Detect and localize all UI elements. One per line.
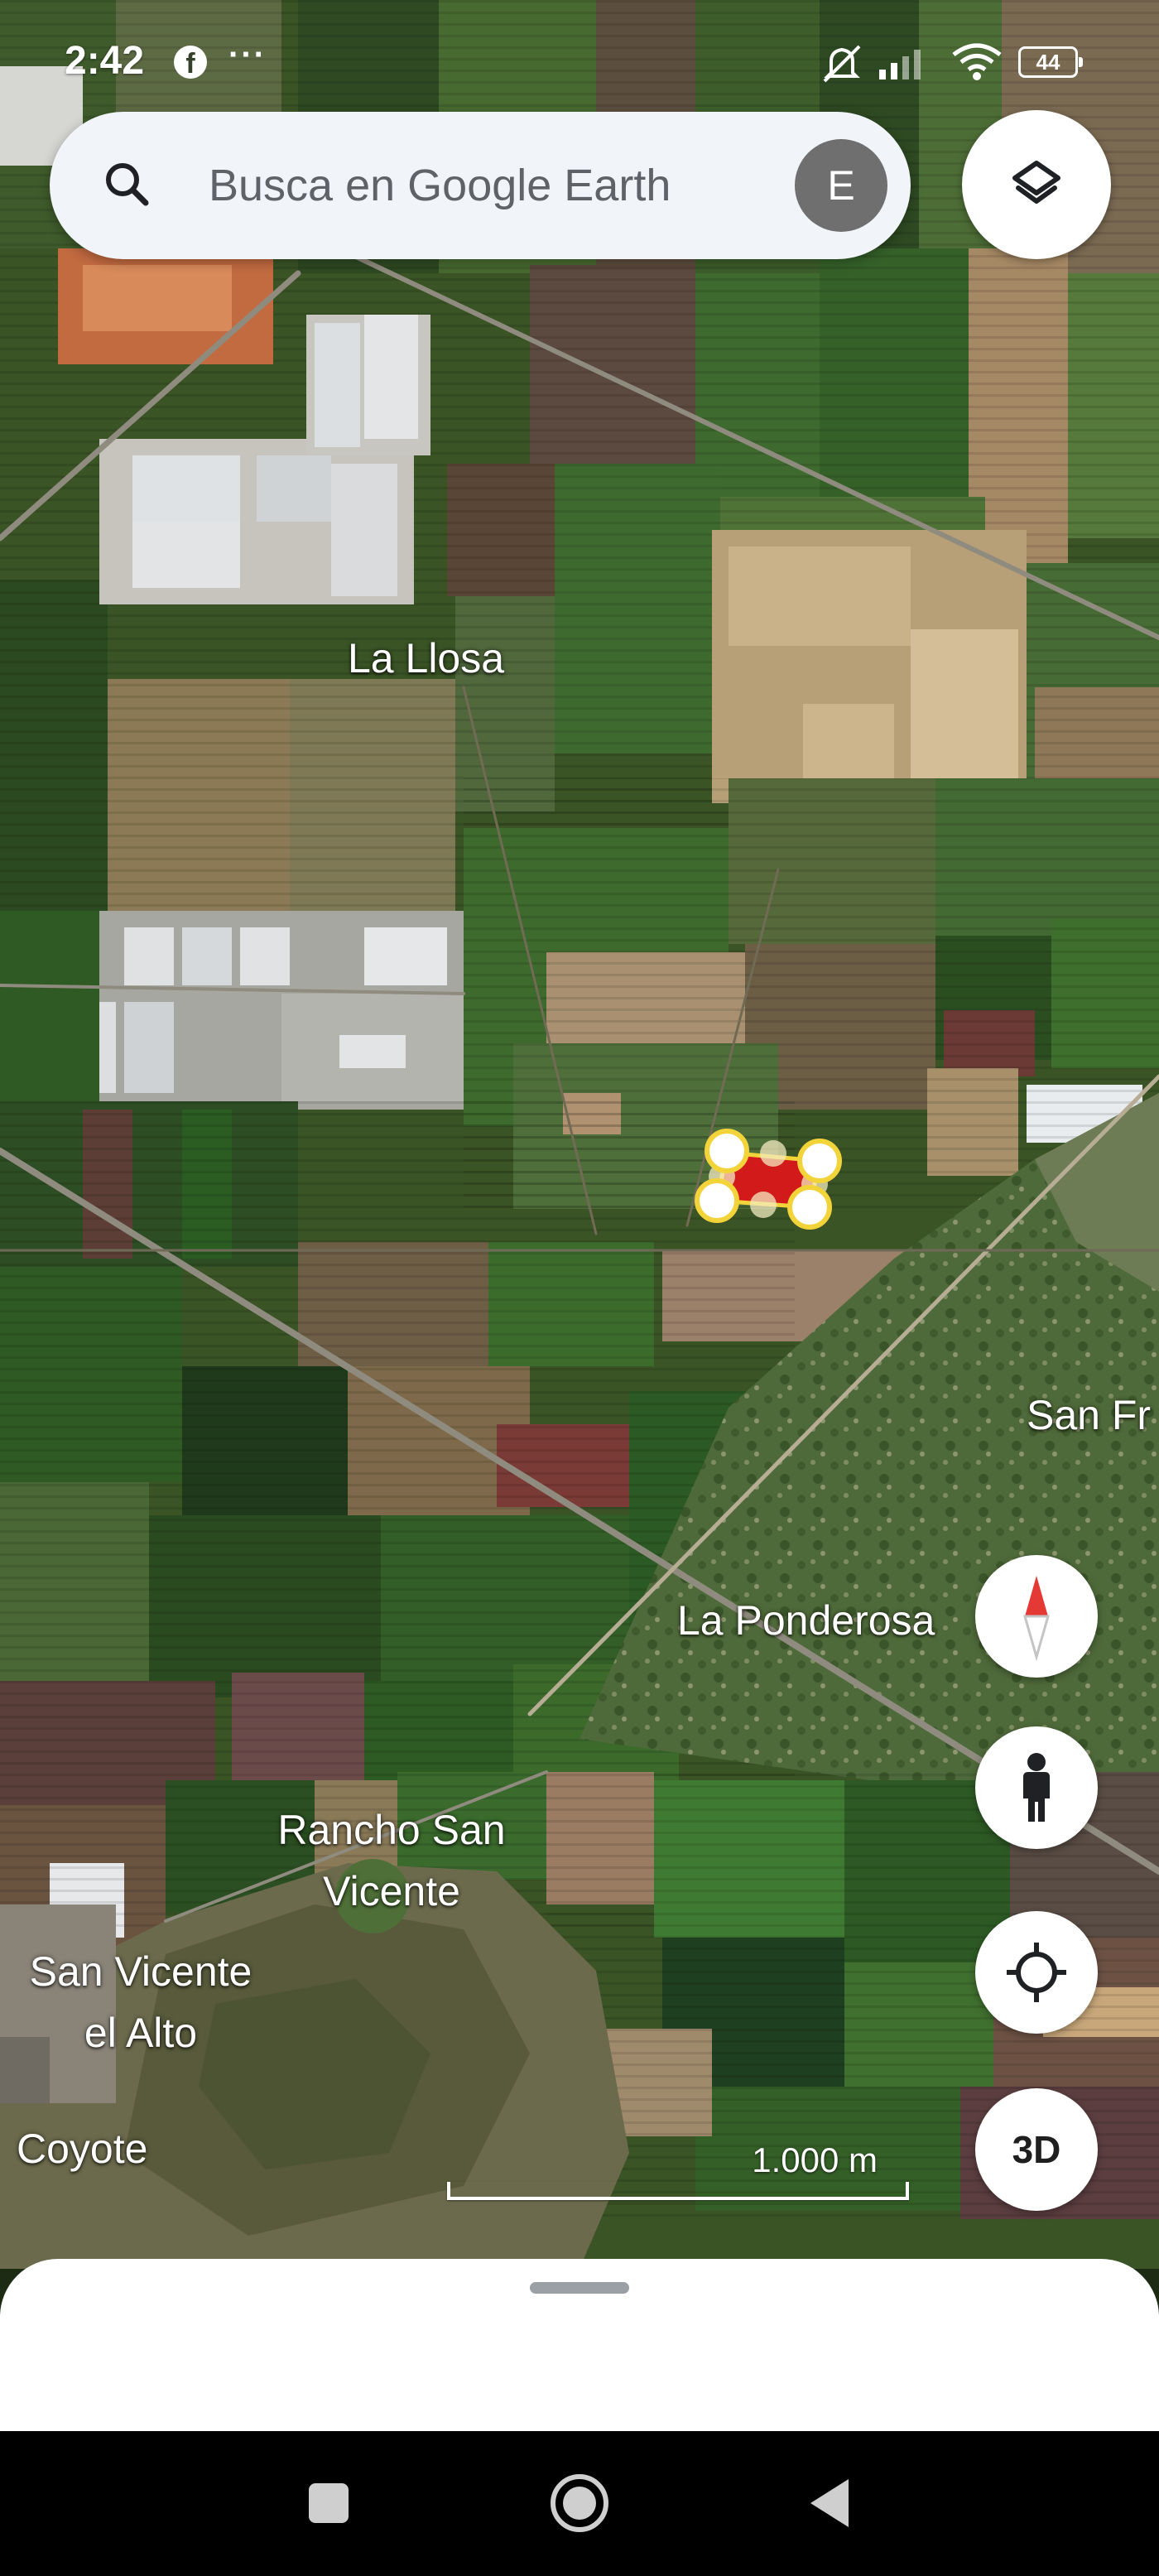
place-label-la-llosa[interactable]: La Llosa bbox=[348, 628, 504, 689]
scale-bar: 1.000 m bbox=[447, 2140, 911, 2207]
place-label-coyote[interactable]: Coyote bbox=[17, 2118, 147, 2179]
search-icon[interactable] bbox=[98, 155, 157, 214]
home-button[interactable] bbox=[542, 2466, 617, 2540]
pegman-icon bbox=[1023, 1753, 1050, 1822]
mute-icon bbox=[823, 45, 861, 83]
layers-icon bbox=[1012, 161, 1060, 204]
compass-icon bbox=[1023, 1576, 1050, 1662]
compass-button[interactable] bbox=[975, 1555, 1098, 1678]
place-label-line: Rancho San bbox=[277, 1807, 506, 1853]
view-3d-button[interactable]: 3D bbox=[975, 2088, 1098, 2211]
search-input[interactable] bbox=[207, 152, 806, 219]
satellite-imagery bbox=[0, 0, 1159, 2269]
bottom-sheet[interactable] bbox=[0, 2259, 1159, 2431]
more-notifications-indicator: ··· bbox=[228, 36, 267, 73]
back-button[interactable] bbox=[793, 2466, 868, 2540]
sheet-drag-handle[interactable] bbox=[530, 2282, 629, 2294]
place-label-line: el Alto bbox=[84, 2010, 198, 2056]
wifi-icon bbox=[952, 43, 1002, 80]
layers-button[interactable] bbox=[962, 110, 1111, 259]
place-label-san-vicente-el-alto[interactable]: San Vicente el Alto bbox=[8, 1941, 273, 2063]
home-icon bbox=[551, 2474, 608, 2532]
satellite-map[interactable]: La Llosa San Fr La Ponderosa Rancho San … bbox=[0, 0, 1159, 2269]
view-3d-label: 3D bbox=[1012, 2128, 1061, 2171]
place-label-line: Vicente bbox=[323, 1868, 460, 1914]
recents-icon bbox=[309, 2483, 349, 2523]
street-view-button[interactable] bbox=[975, 1726, 1098, 1849]
place-label-line: San Vicente bbox=[29, 1948, 252, 1995]
my-location-button[interactable] bbox=[975, 1911, 1098, 2034]
recents-button[interactable] bbox=[291, 2466, 366, 2540]
place-label-la-ponderosa[interactable]: La Ponderosa bbox=[677, 1590, 935, 1651]
status-bar: 2:42 f ··· 44 bbox=[0, 0, 1159, 124]
scale-line bbox=[447, 2182, 909, 2200]
status-time: 2:42 bbox=[65, 39, 145, 83]
account-avatar[interactable]: E bbox=[795, 139, 887, 232]
place-label-san-fr[interactable]: San Fr bbox=[1027, 1384, 1151, 1446]
google-earth-screen: La Llosa San Fr La Ponderosa Rancho San … bbox=[0, 0, 1159, 2576]
my-location-icon bbox=[1007, 1943, 1066, 2002]
battery-icon: 44 bbox=[1018, 46, 1083, 78]
scale-label: 1.000 m bbox=[752, 2140, 878, 2179]
signal-icon bbox=[879, 50, 921, 79]
search-bar[interactable]: E bbox=[50, 112, 911, 259]
back-icon bbox=[810, 2479, 849, 2527]
system-nav-bar bbox=[0, 2431, 1159, 2576]
facebook-icon: f bbox=[174, 46, 207, 79]
place-label-rancho-san-vicente[interactable]: Rancho San Vicente bbox=[263, 1799, 520, 1922]
